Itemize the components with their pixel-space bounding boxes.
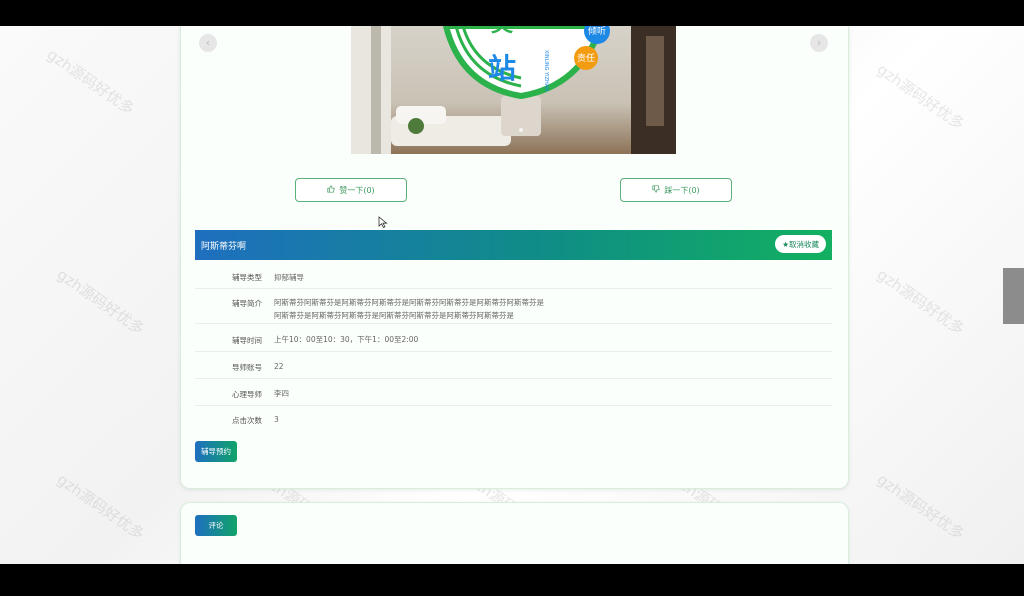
watermark: gzh源码好优多 bbox=[53, 265, 148, 339]
row-label: 点击次数 bbox=[232, 416, 262, 425]
row-label: 辅导类型 bbox=[232, 273, 262, 282]
row-label: 辅导时间 bbox=[232, 336, 262, 345]
svg-text:XINLING YIZHAN: XINLING YIZHAN bbox=[543, 50, 549, 91]
comment-button[interactable]: 评论 bbox=[195, 515, 237, 536]
top-black-bar bbox=[0, 0, 1024, 26]
watermark: gzh源码好优多 bbox=[873, 470, 968, 544]
carousel-image: 灵 XINLING YIZHAN 站 倾听 责任 bbox=[351, 26, 676, 154]
svg-text:站: 站 bbox=[488, 52, 516, 85]
bottom-black-bar bbox=[0, 564, 1024, 596]
comment-label: 评论 bbox=[208, 521, 224, 530]
mouse-cursor-icon bbox=[378, 216, 388, 228]
room-illustration: 灵 XINLING YIZHAN 站 倾听 责任 bbox=[351, 26, 676, 154]
row-label: 辅导简介 bbox=[232, 299, 262, 308]
thumbs-down-icon bbox=[652, 185, 660, 195]
info-row-time: 辅导时间 上午10：00至10：30，下午1：00至2:00 bbox=[195, 324, 832, 352]
unfavorite-label: ★取消收藏 bbox=[782, 239, 819, 249]
unfavorite-button[interactable]: ★取消收藏 bbox=[775, 235, 826, 253]
dislike-label: 踩一下(0) bbox=[664, 185, 700, 195]
row-label: 心理导师 bbox=[232, 390, 262, 399]
row-value: 阿斯蒂芬阿斯蒂芬是阿斯蒂芬阿斯蒂芬是阿斯蒂芬阿斯蒂芬是阿斯蒂芬阿斯蒂芬是阿斯蒂芬… bbox=[274, 298, 544, 320]
info-row-account: 导师账号 22 bbox=[195, 352, 832, 379]
dislike-button[interactable]: 踩一下(0) bbox=[620, 178, 732, 202]
chevron-right-icon[interactable]: › bbox=[810, 34, 828, 52]
detail-title: 阿斯蒂芬啊 bbox=[201, 242, 247, 252]
info-row-mentor: 心理导师 李四 bbox=[195, 379, 832, 406]
watermark: gzh源码好优多 bbox=[873, 265, 968, 339]
watermark: gzh源码好优多 bbox=[873, 60, 968, 134]
svg-text:责任: 责任 bbox=[577, 52, 595, 64]
row-value: 上午10：00至10：30，下午1：00至2:00 bbox=[274, 335, 419, 344]
watermark: gzh源码好优多 bbox=[43, 45, 138, 119]
chevron-left-icon[interactable]: ‹ bbox=[199, 34, 217, 52]
book-counseling-button[interactable]: 辅导预约 bbox=[195, 441, 237, 462]
thumbs-up-icon bbox=[327, 185, 335, 195]
info-row-type: 辅导类型 抑郁辅导 bbox=[195, 262, 832, 289]
scrollbar-thumb[interactable] bbox=[1003, 268, 1024, 324]
row-value: 3 bbox=[274, 415, 279, 424]
comment-card bbox=[180, 502, 849, 564]
row-value: 李四 bbox=[274, 389, 289, 398]
watermark: gzh源码好优多 bbox=[53, 470, 148, 544]
info-row-intro: 辅导简介 阿斯蒂芬阿斯蒂芬是阿斯蒂芬阿斯蒂芬是阿斯蒂芬阿斯蒂芬是阿斯蒂芬阿斯蒂芬… bbox=[195, 289, 832, 324]
like-label: 赞一下(0) bbox=[339, 185, 375, 195]
info-row-clicks: 点击次数 3 bbox=[195, 406, 832, 431]
row-label: 导师账号 bbox=[232, 363, 262, 372]
like-button[interactable]: 赞一下(0) bbox=[295, 178, 407, 202]
row-value: 22 bbox=[274, 362, 284, 371]
svg-text:灵: 灵 bbox=[491, 26, 513, 37]
row-value: 抑郁辅导 bbox=[274, 273, 304, 282]
book-counseling-label: 辅导预约 bbox=[201, 447, 231, 456]
detail-header: 阿斯蒂芬啊 ★取消收藏 bbox=[195, 230, 832, 260]
svg-text:倾听: 倾听 bbox=[588, 26, 606, 37]
